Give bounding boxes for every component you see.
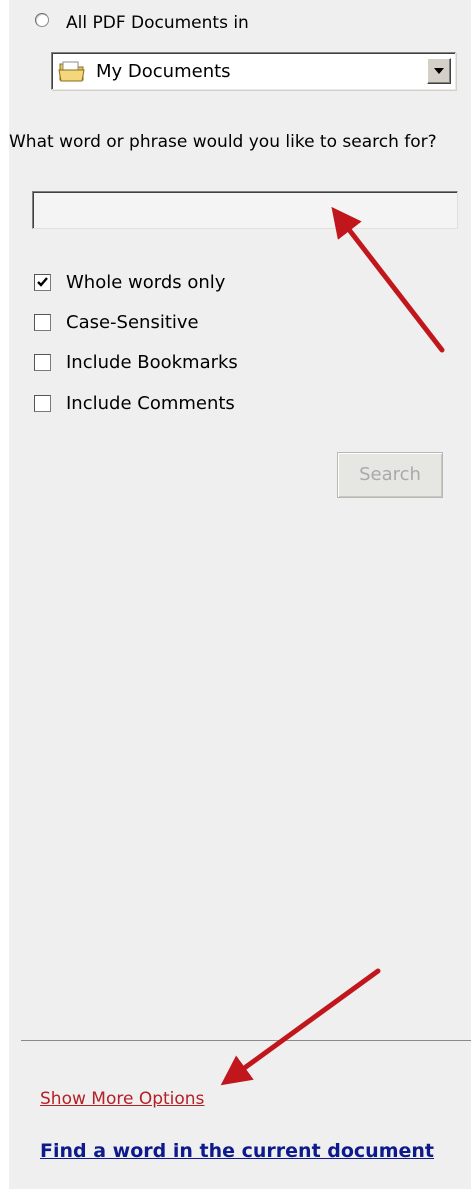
all-pdf-documents-radio[interactable] (35, 13, 49, 27)
divider (21, 1040, 471, 1041)
search-button[interactable]: Search (337, 452, 443, 498)
include-comments-checkbox[interactable] (34, 395, 51, 412)
show-more-options-link[interactable]: Show More Options (40, 1088, 204, 1110)
search-input[interactable] (32, 191, 458, 229)
whole-words-checkbox[interactable] (34, 274, 51, 291)
chevron-down-icon[interactable] (427, 58, 451, 84)
whole-words-label: Whole words only (66, 272, 226, 293)
checkmark-icon (37, 277, 48, 287)
include-bookmarks-checkbox[interactable] (34, 354, 51, 371)
location-dropdown[interactable]: My Documents (51, 52, 456, 90)
case-sensitive-label: Case-Sensitive (66, 312, 199, 333)
search-prompt: What word or phrase would you like to se… (9, 132, 437, 152)
case-sensitive-checkbox[interactable] (34, 314, 51, 331)
location-value: My Documents (96, 61, 231, 82)
find-word-in-current-document-link[interactable]: Find a word in the current document (40, 1139, 434, 1163)
include-comments-label: Include Comments (66, 393, 235, 414)
folder-icon (58, 61, 85, 82)
search-panel (9, 0, 471, 1189)
all-pdf-documents-label: All PDF Documents in (66, 13, 249, 33)
include-bookmarks-label: Include Bookmarks (66, 352, 238, 373)
